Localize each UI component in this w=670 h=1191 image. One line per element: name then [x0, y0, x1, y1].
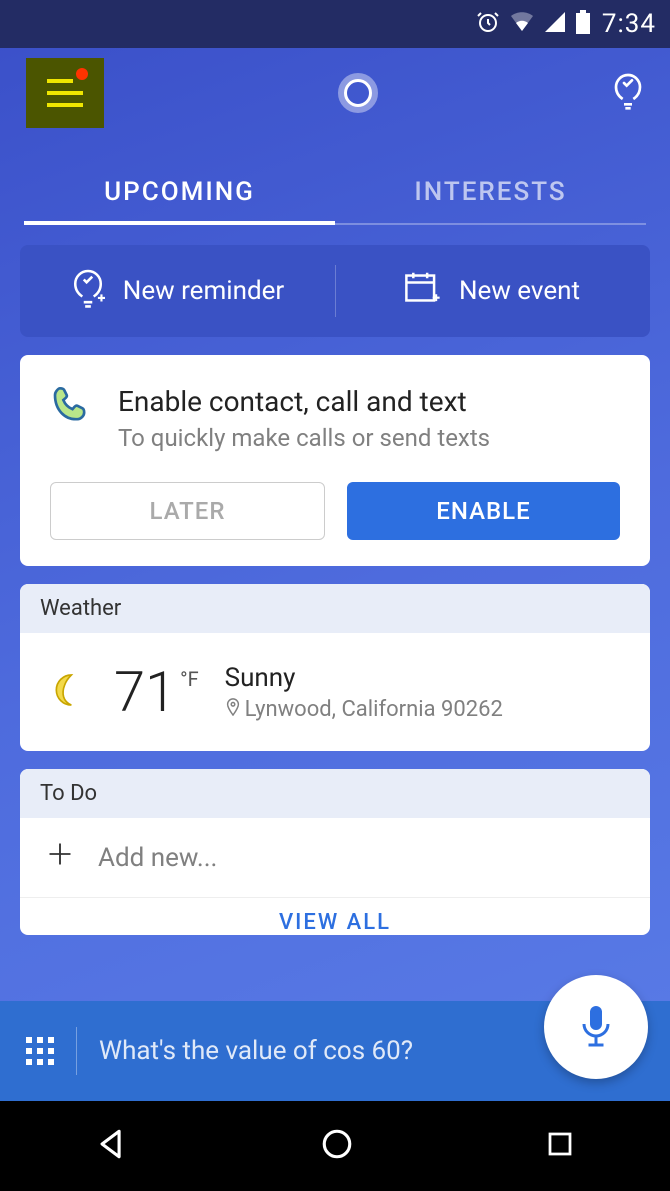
tab-upcoming[interactable]: UPCOMING	[24, 163, 335, 225]
nav-recent-icon[interactable]	[545, 1129, 575, 1163]
app-header	[0, 48, 670, 138]
plus-icon	[46, 840, 74, 875]
mic-icon	[578, 1004, 614, 1050]
location-pin-icon	[225, 697, 241, 722]
quick-actions: New reminder New event	[20, 245, 650, 337]
tabs: UPCOMING INTERESTS	[24, 163, 646, 225]
phone-icon	[50, 385, 90, 429]
view-all-button[interactable]: VIEW ALL	[20, 898, 650, 935]
todo-header: To Do	[20, 769, 650, 818]
weather-condition: Sunny	[225, 663, 503, 693]
tips-icon[interactable]	[612, 72, 644, 114]
weather-unit: °F	[180, 667, 199, 691]
notification-dot	[76, 68, 88, 80]
ask-bar: What's the value of cos 60?	[0, 1001, 670, 1101]
add-todo-button[interactable]: Add new...	[20, 818, 650, 898]
weather-card[interactable]: Weather 71 °F Sunny Lynwood, California …	[20, 584, 650, 751]
cortana-logo-icon[interactable]	[338, 73, 378, 113]
add-todo-label: Add new...	[98, 843, 217, 873]
status-icons	[476, 10, 590, 38]
wifi-icon	[510, 11, 534, 37]
todo-card: To Do Add new... VIEW ALL	[20, 769, 650, 935]
tab-interests[interactable]: INTERESTS	[335, 163, 646, 225]
nav-back-icon[interactable]	[95, 1127, 129, 1165]
mic-button[interactable]	[544, 975, 648, 1079]
enable-button[interactable]: ENABLE	[347, 482, 620, 540]
content: New reminder New event Enable contact, c…	[0, 225, 670, 1001]
new-reminder-label: New reminder	[123, 276, 284, 306]
status-bar: 7:34	[0, 0, 670, 48]
nav-home-icon[interactable]	[320, 1127, 354, 1165]
enable-title: Enable contact, call and text	[118, 385, 490, 418]
weather-temp: 71	[114, 659, 176, 725]
battery-icon	[576, 10, 590, 38]
later-button[interactable]: LATER	[50, 482, 325, 540]
apps-icon[interactable]	[26, 1037, 54, 1065]
moon-icon	[48, 670, 88, 714]
calendar-icon	[405, 271, 441, 312]
alarm-icon	[476, 10, 500, 38]
weather-location: Lynwood, California 90262	[245, 697, 503, 722]
enable-card: Enable contact, call and text To quickly…	[20, 355, 650, 566]
new-reminder-button[interactable]: New reminder	[20, 245, 335, 337]
enable-subtitle: To quickly make calls or send texts	[118, 424, 490, 452]
status-time: 7:34	[602, 9, 656, 39]
cell-icon	[544, 11, 566, 37]
new-event-button[interactable]: New event	[335, 245, 650, 337]
reminder-bulb-icon	[71, 268, 105, 315]
android-nav-bar	[0, 1101, 670, 1191]
weather-header: Weather	[20, 584, 650, 633]
divider	[76, 1027, 77, 1075]
menu-button[interactable]	[26, 58, 104, 128]
new-event-label: New event	[459, 276, 580, 306]
